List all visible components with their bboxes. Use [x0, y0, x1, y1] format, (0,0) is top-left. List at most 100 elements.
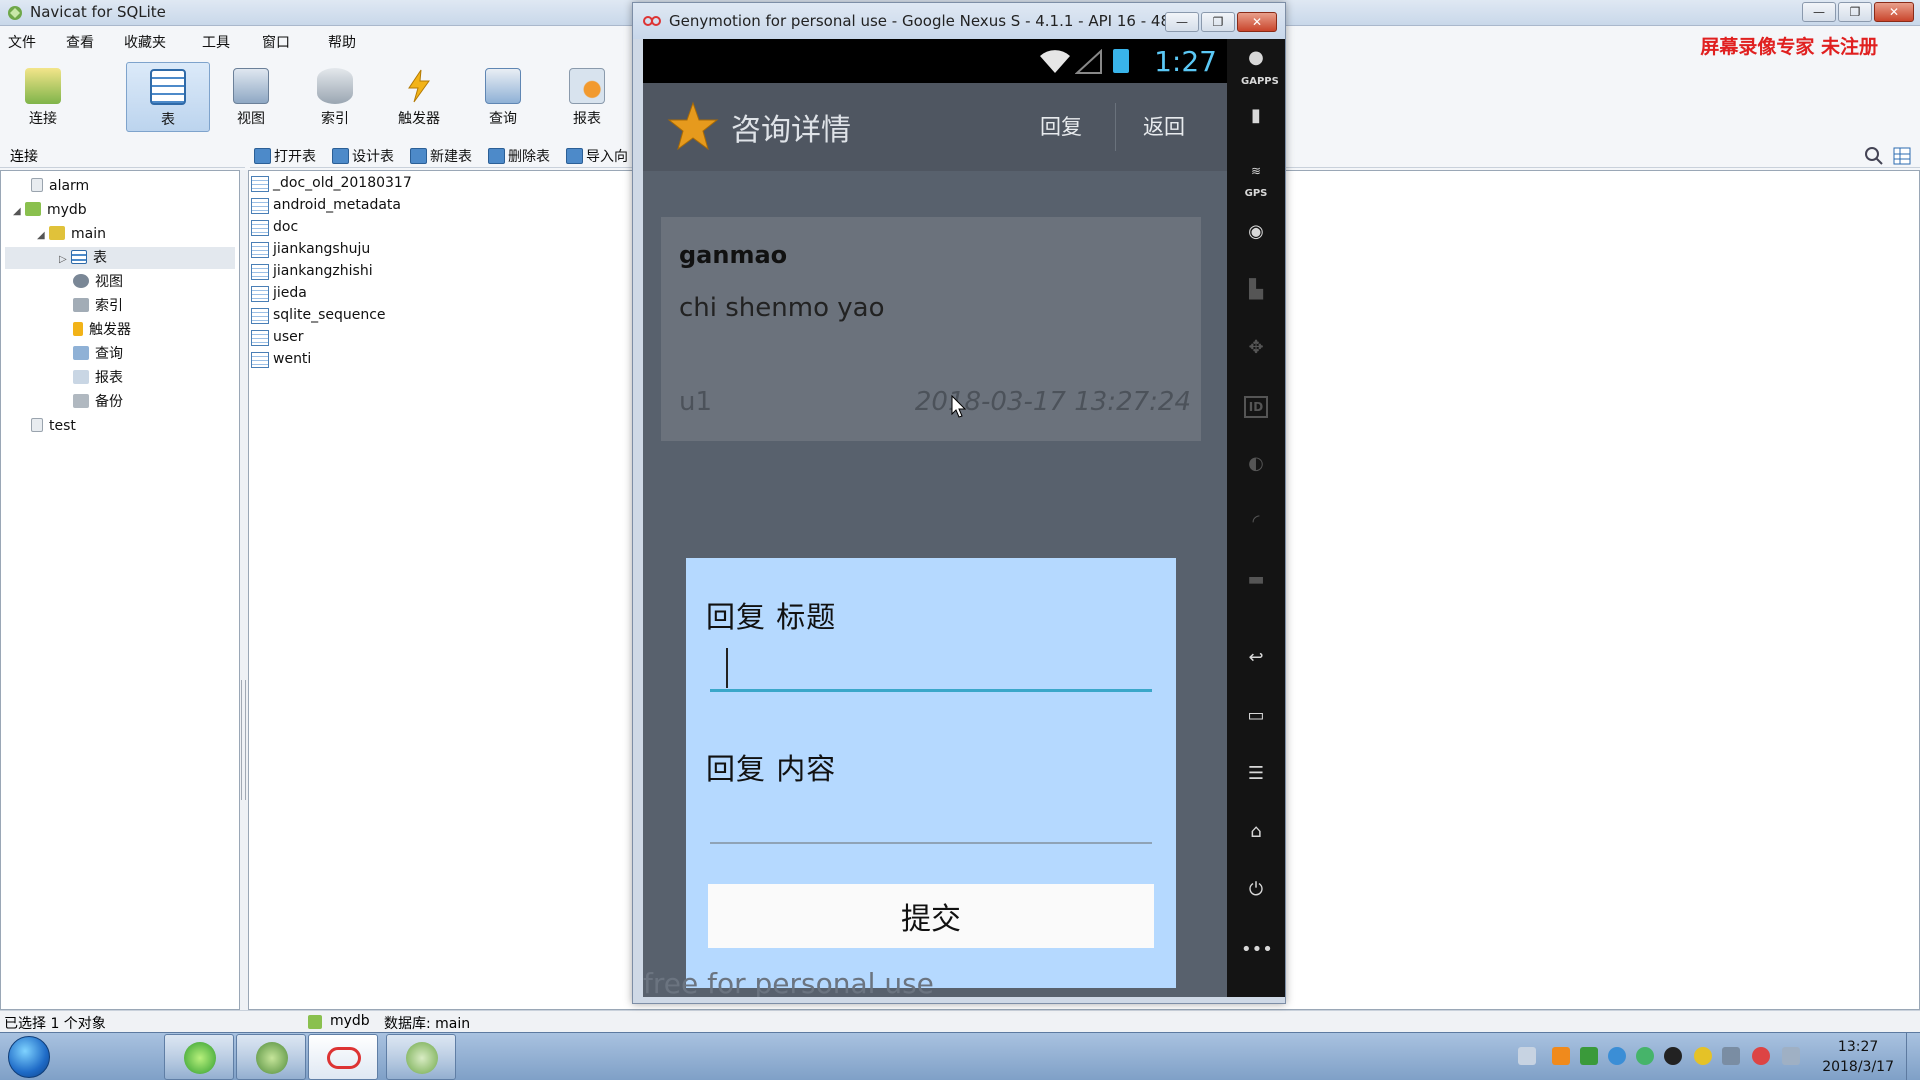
gps-button[interactable]: ≋ GPS	[1241, 159, 1271, 199]
table-icon	[150, 69, 186, 105]
menu-view[interactable]: 查看	[66, 32, 94, 52]
toolbar-view-button[interactable]: 视图	[216, 62, 286, 132]
toolbar-query-button[interactable]: 查询	[468, 62, 538, 132]
table-item[interactable]: sqlite_sequence	[249, 305, 386, 326]
close-button[interactable]: ✕	[1874, 2, 1914, 22]
toolbar-report-button[interactable]: 报表	[552, 62, 622, 132]
table-item[interactable]: jiankangshuju	[249, 239, 370, 260]
reply-content-input[interactable]	[710, 798, 1152, 844]
android-menu-button[interactable]: ☰	[1241, 763, 1271, 793]
network-button[interactable]: ◜	[1241, 511, 1271, 541]
taskbar-clock[interactable]: 13:27 2018/3/17	[1822, 1037, 1894, 1077]
browser-tray-icon[interactable]	[1636, 1047, 1654, 1065]
taskbar-navicat-button[interactable]	[386, 1034, 456, 1080]
panel-splitter[interactable]	[240, 170, 248, 1010]
more-button[interactable]: •••	[1241, 939, 1273, 969]
table-item[interactable]: _doc_old_20180317	[249, 173, 412, 194]
reply-title-input[interactable]	[710, 646, 1152, 692]
new-table-button[interactable]: 新建表	[410, 146, 472, 166]
android-screen[interactable]: 1:27 咨询详情 回复 返回 ganmao chi shenmo yao u1…	[643, 39, 1227, 997]
submit-button[interactable]: 提交	[708, 884, 1154, 948]
tree-item-indexes[interactable]: 索引	[73, 295, 123, 317]
power-button[interactable]: ⏻	[1241, 879, 1271, 909]
taskbar-genymotion-button[interactable]	[308, 1034, 378, 1080]
move-icon: ✥	[1248, 337, 1264, 358]
close-button[interactable]: ✕	[1237, 12, 1277, 32]
watermark-text: free for personal use	[643, 967, 934, 997]
table-item[interactable]: jieda	[249, 283, 307, 304]
tree-item-views[interactable]: 视图	[73, 271, 123, 293]
display-tray-icon[interactable]	[1782, 1047, 1800, 1065]
mute-tray-icon[interactable]	[1752, 1047, 1770, 1065]
view-icon	[73, 274, 89, 288]
app-action-bar: 咨询详情 回复 返回	[643, 83, 1227, 171]
genymotion-title: Genymotion for personal use - Google Nex…	[669, 12, 1185, 30]
clock-date: 2018/3/17	[1822, 1059, 1894, 1075]
show-desktop-button[interactable]	[1906, 1033, 1920, 1080]
table-item[interactable]: android_metadata	[249, 195, 401, 216]
open-table-button[interactable]: 打开表	[254, 146, 316, 166]
toolbar-trigger-button[interactable]: 触发器	[384, 62, 454, 132]
delete-table-button[interactable]: 删除表	[488, 146, 550, 166]
sms-button[interactable]: ▬	[1241, 569, 1271, 599]
minimize-button[interactable]: —	[1165, 12, 1199, 32]
security-tray-icon[interactable]	[1694, 1047, 1712, 1065]
tree-item-triggers[interactable]: 触发器	[73, 319, 131, 341]
tree-item-reports[interactable]: 报表	[73, 367, 123, 389]
maximize-button[interactable]: ❐	[1201, 12, 1235, 32]
tree-item-test[interactable]: test	[31, 415, 76, 437]
tree-item-main[interactable]: ◢ main	[37, 223, 106, 245]
reply-title-label: 回复 标题	[706, 600, 837, 634]
expand-arrow-icon[interactable]: ▷	[59, 249, 71, 271]
table-item[interactable]: wenti	[249, 349, 311, 370]
webcam-button[interactable]: ◉	[1241, 221, 1271, 251]
toolbar-connect-button[interactable]: 连接	[8, 62, 78, 132]
maximize-button[interactable]: ❐	[1838, 2, 1872, 22]
minimize-button[interactable]: —	[1802, 2, 1836, 22]
search-icon[interactable]	[1864, 146, 1884, 166]
menu-file[interactable]: 文件	[8, 32, 36, 52]
identifiers-button[interactable]: ID	[1241, 395, 1271, 425]
recorder-tray-icon[interactable]	[1552, 1047, 1570, 1065]
network-tray-icon[interactable]	[1608, 1047, 1626, 1065]
import-wizard-button[interactable]: 导入向	[566, 146, 628, 166]
index-icon	[317, 68, 353, 104]
tree-item-tables[interactable]: ▷ 表	[5, 247, 235, 269]
tree-item-backup[interactable]: 备份	[73, 391, 123, 413]
tree-item-queries[interactable]: 查询	[73, 343, 123, 365]
app-tray-icon[interactable]	[1580, 1047, 1598, 1065]
disk-io-button[interactable]: ◐	[1241, 453, 1271, 483]
tree-item-mydb[interactable]: ◢ mydb	[13, 199, 87, 221]
database-icon	[31, 178, 43, 192]
splitter-grip[interactable]	[241, 680, 246, 800]
table-item[interactable]: user	[249, 327, 304, 348]
menu-tools[interactable]: 工具	[202, 32, 230, 52]
battery-button[interactable]: ▮	[1241, 105, 1271, 135]
grid-view-icon[interactable]	[1892, 146, 1912, 166]
remote-control-button[interactable]: ✥	[1241, 337, 1271, 367]
reply-action-button[interactable]: 回复	[1040, 111, 1082, 141]
screencast-button[interactable]: ▙	[1241, 279, 1271, 309]
android-home-button[interactable]: ⌂	[1241, 821, 1271, 851]
design-table-button[interactable]: 设计表	[332, 146, 394, 166]
table-item[interactable]: doc	[249, 217, 298, 238]
menu-favorites[interactable]: 收藏夹	[124, 32, 166, 52]
collapse-arrow-icon[interactable]: ◢	[13, 201, 25, 223]
collapse-arrow-icon[interactable]: ◢	[37, 225, 49, 247]
menu-window[interactable]: 窗口	[262, 32, 290, 52]
qq-tray-icon[interactable]	[1664, 1047, 1682, 1065]
android-recent-button[interactable]: ▭	[1241, 705, 1271, 735]
toolbar-index-button[interactable]: 索引	[300, 62, 370, 132]
volume-tray-icon[interactable]	[1722, 1047, 1740, 1065]
taskbar-android-studio-button[interactable]	[236, 1034, 306, 1080]
keyboard-tray-icon[interactable]	[1518, 1047, 1536, 1065]
back-action-button[interactable]: 返回	[1143, 111, 1185, 141]
gapps-button[interactable]: ● GAPPS	[1241, 47, 1279, 87]
tree-item-alarm[interactable]: alarm	[31, 175, 89, 197]
taskbar-browser-button[interactable]	[164, 1034, 234, 1080]
toolbar-table-button[interactable]: 表	[126, 62, 210, 132]
table-item[interactable]: jiankangzhishi	[249, 261, 373, 282]
menu-help[interactable]: 帮助	[328, 32, 356, 52]
android-back-button[interactable]: ↩	[1241, 647, 1271, 677]
start-button[interactable]	[8, 1036, 50, 1078]
